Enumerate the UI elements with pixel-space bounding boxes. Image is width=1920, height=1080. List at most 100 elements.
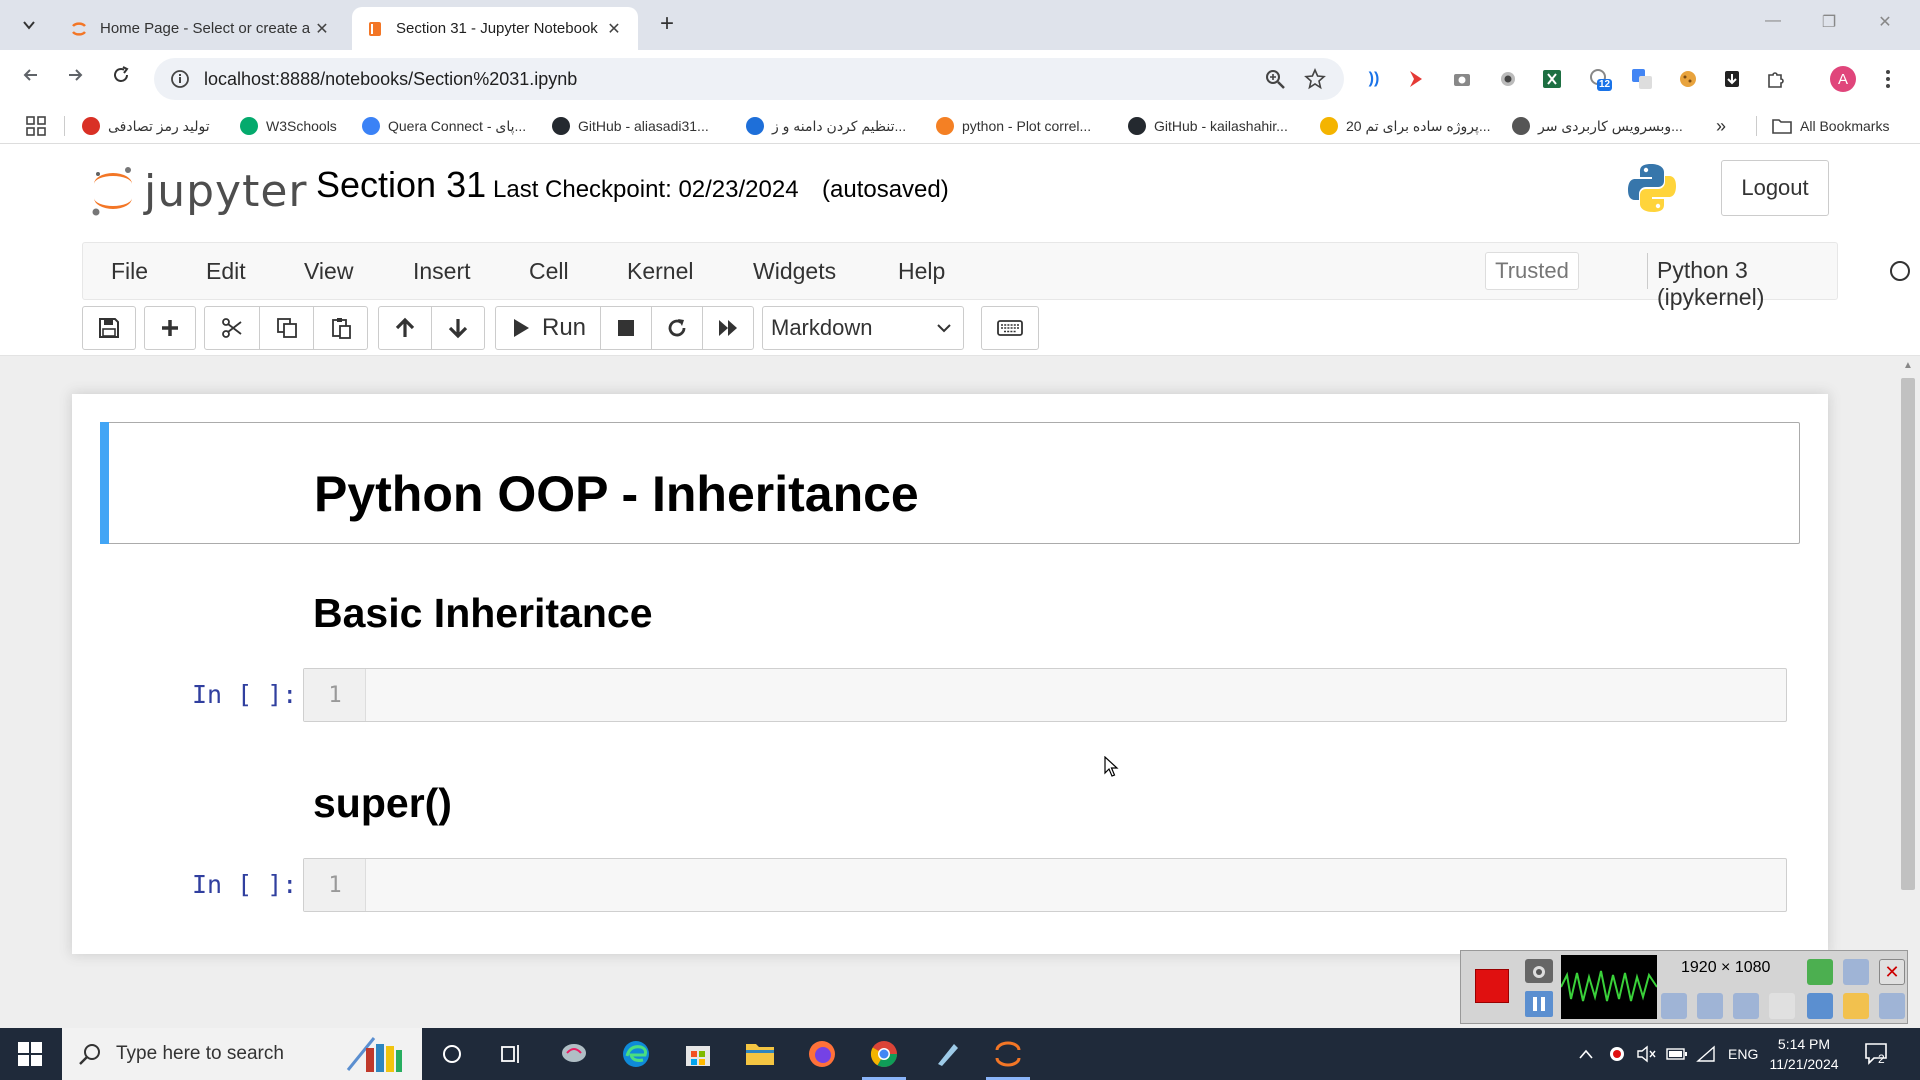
wifi-icon[interactable] bbox=[1696, 1028, 1716, 1080]
scrollbar-thumb[interactable] bbox=[1901, 378, 1915, 890]
menu-view[interactable]: View bbox=[304, 258, 353, 285]
volume-muted-icon[interactable] bbox=[1636, 1028, 1656, 1080]
jupyter-taskbar-icon[interactable] bbox=[986, 1038, 1030, 1080]
command-palette-button[interactable] bbox=[981, 306, 1039, 350]
move-down-button[interactable] bbox=[431, 306, 485, 350]
menu-insert[interactable]: Insert bbox=[413, 258, 471, 285]
close-window-button[interactable]: ✕ bbox=[1870, 12, 1900, 32]
notebook-name[interactable]: Section 31 bbox=[316, 164, 486, 206]
close-tab-icon[interactable]: ✕ bbox=[604, 19, 624, 39]
taskbar-clock[interactable]: 5:14 PM 11/21/2024 bbox=[1766, 1034, 1842, 1074]
bookmark-item[interactable]: python - Plot correl... bbox=[936, 115, 1091, 137]
bookmark-item[interactable]: 20 پروژه ساده برای تم... bbox=[1320, 115, 1491, 137]
copy-button[interactable] bbox=[259, 306, 314, 350]
settings-gear-icon[interactable] bbox=[1879, 993, 1905, 1019]
extension-translate-icon[interactable] bbox=[1630, 67, 1654, 91]
save-button[interactable] bbox=[82, 306, 136, 350]
vertical-scrollbar[interactable]: ▲ bbox=[1896, 356, 1920, 1028]
bookmark-item[interactable]: GitHub - aliasadi31... bbox=[552, 115, 709, 137]
stop-recording-button[interactable] bbox=[1475, 969, 1509, 1003]
taskbar-search-placeholder[interactable]: Type here to search bbox=[116, 1043, 344, 1065]
language-indicator[interactable]: ENG bbox=[1728, 1028, 1758, 1080]
menu-file[interactable]: File bbox=[111, 258, 148, 285]
restart-kernel-button[interactable] bbox=[651, 306, 703, 350]
move-up-button[interactable] bbox=[378, 306, 432, 350]
folder-icon[interactable] bbox=[1843, 993, 1869, 1019]
zoom-icon[interactable] bbox=[1264, 68, 1286, 90]
kernel-name[interactable]: Python 3 (ipykernel) bbox=[1657, 257, 1837, 311]
trusted-indicator[interactable]: Trusted bbox=[1485, 252, 1579, 290]
recording-tray-icon[interactable] bbox=[1608, 1028, 1626, 1080]
app-brain-icon[interactable] bbox=[558, 1038, 590, 1070]
url-text[interactable]: localhost:8888/notebooks/Section%2031.ip… bbox=[204, 69, 1264, 90]
code-cell-1[interactable]: 1 bbox=[303, 668, 1787, 722]
microphone-icon[interactable] bbox=[1697, 993, 1723, 1019]
extension-wave-icon[interactable]: )) bbox=[1362, 67, 1386, 91]
edge-browser-icon[interactable] bbox=[620, 1038, 652, 1070]
notebook-area[interactable]: Python OOP - Inheritance Basic Inheritan… bbox=[0, 356, 1920, 1028]
microsoft-store-icon[interactable] bbox=[682, 1038, 714, 1070]
taskbar-search-box[interactable]: Type here to search bbox=[62, 1028, 422, 1080]
menu-cell[interactable]: Cell bbox=[529, 258, 569, 285]
pen-draw-icon[interactable] bbox=[1807, 993, 1833, 1019]
forward-button[interactable] bbox=[60, 64, 90, 94]
bookmark-star-icon[interactable] bbox=[1304, 68, 1326, 90]
run-button[interactable]: Run bbox=[495, 306, 601, 350]
webcam-icon[interactable] bbox=[1733, 993, 1759, 1019]
cortana-icon[interactable] bbox=[436, 1038, 468, 1070]
screen-area-icon[interactable] bbox=[1807, 959, 1833, 985]
restart-run-all-button[interactable] bbox=[702, 306, 754, 350]
heading-basic-inheritance[interactable]: Basic Inheritance bbox=[313, 590, 653, 637]
minimize-window-button[interactable]: — bbox=[1758, 12, 1788, 30]
tab-search-button[interactable] bbox=[14, 12, 44, 38]
site-info-icon[interactable] bbox=[170, 69, 190, 89]
close-recorder-icon[interactable]: ✕ bbox=[1879, 959, 1905, 985]
extension-badge-icon[interactable]: 12 bbox=[1588, 67, 1612, 91]
notepad-app-icon[interactable] bbox=[930, 1038, 962, 1070]
bookmark-item[interactable]: Quera Connect - پای... bbox=[362, 115, 526, 137]
menu-edit[interactable]: Edit bbox=[206, 258, 246, 285]
reload-button[interactable] bbox=[106, 64, 136, 94]
extension-cookie-icon[interactable] bbox=[1676, 67, 1700, 91]
minimize-recorder-icon[interactable] bbox=[1843, 959, 1869, 985]
bookmark-item[interactable]: تنظیم کردن دامنه و ز... bbox=[746, 115, 906, 137]
heading-super[interactable]: super() bbox=[313, 780, 452, 827]
code-cell-2[interactable]: 1 bbox=[303, 858, 1787, 912]
extensions-puzzle-icon[interactable] bbox=[1764, 67, 1788, 91]
task-view-icon[interactable] bbox=[496, 1038, 528, 1070]
new-tab-button[interactable]: + bbox=[652, 10, 682, 40]
paste-button[interactable] bbox=[313, 306, 368, 350]
file-explorer-icon[interactable] bbox=[744, 1038, 776, 1070]
extension-excel-icon[interactable] bbox=[1540, 67, 1564, 91]
menu-widgets[interactable]: Widgets bbox=[753, 258, 836, 285]
cell-type-select[interactable]: Markdown bbox=[762, 306, 964, 350]
firefox-icon[interactable] bbox=[806, 1038, 838, 1070]
extension-camera-icon[interactable] bbox=[1450, 67, 1474, 91]
snapshot-camera-icon[interactable] bbox=[1525, 959, 1553, 983]
pause-recording-button[interactable] bbox=[1525, 991, 1553, 1017]
apps-grid-icon[interactable] bbox=[26, 116, 46, 136]
cursor-highlight-icon[interactable] bbox=[1769, 993, 1795, 1019]
all-bookmarks-button[interactable]: All Bookmarks bbox=[1772, 115, 1889, 137]
browser-menu-icon[interactable] bbox=[1876, 67, 1900, 91]
speaker-icon[interactable] bbox=[1661, 993, 1687, 1019]
battery-icon[interactable] bbox=[1666, 1028, 1688, 1080]
windows-start-icon[interactable] bbox=[18, 1042, 42, 1066]
notification-center-icon[interactable]: 2 bbox=[1864, 1028, 1890, 1080]
scroll-up-icon[interactable]: ▲ bbox=[1903, 360, 1913, 371]
bookmark-item[interactable]: GitHub - kailashahir... bbox=[1128, 115, 1288, 137]
tab-section-31[interactable]: Section 31 - Jupyter Notebook ✕ bbox=[352, 7, 638, 50]
interrupt-kernel-button[interactable] bbox=[600, 306, 652, 350]
jupyter-logo[interactable]: jupyter bbox=[90, 162, 307, 218]
extension-red-arrow-icon[interactable] bbox=[1404, 67, 1428, 91]
bookmark-item[interactable]: تولید رمز تصادفی bbox=[82, 115, 210, 137]
menu-kernel[interactable]: Kernel bbox=[627, 258, 693, 285]
profile-avatar[interactable]: A bbox=[1830, 66, 1856, 92]
insert-cell-button[interactable] bbox=[144, 306, 196, 350]
address-bar[interactable]: localhost:8888/notebooks/Section%2031.ip… bbox=[154, 58, 1344, 100]
markdown-cell-selected[interactable]: Python OOP - Inheritance bbox=[100, 422, 1800, 544]
extension-record-icon[interactable] bbox=[1496, 67, 1520, 91]
more-bookmarks-button[interactable]: » bbox=[1716, 115, 1726, 137]
tab-home-page[interactable]: Home Page - Select or create a notebook … bbox=[56, 7, 346, 50]
bookmark-item[interactable]: W3Schools bbox=[240, 115, 337, 137]
